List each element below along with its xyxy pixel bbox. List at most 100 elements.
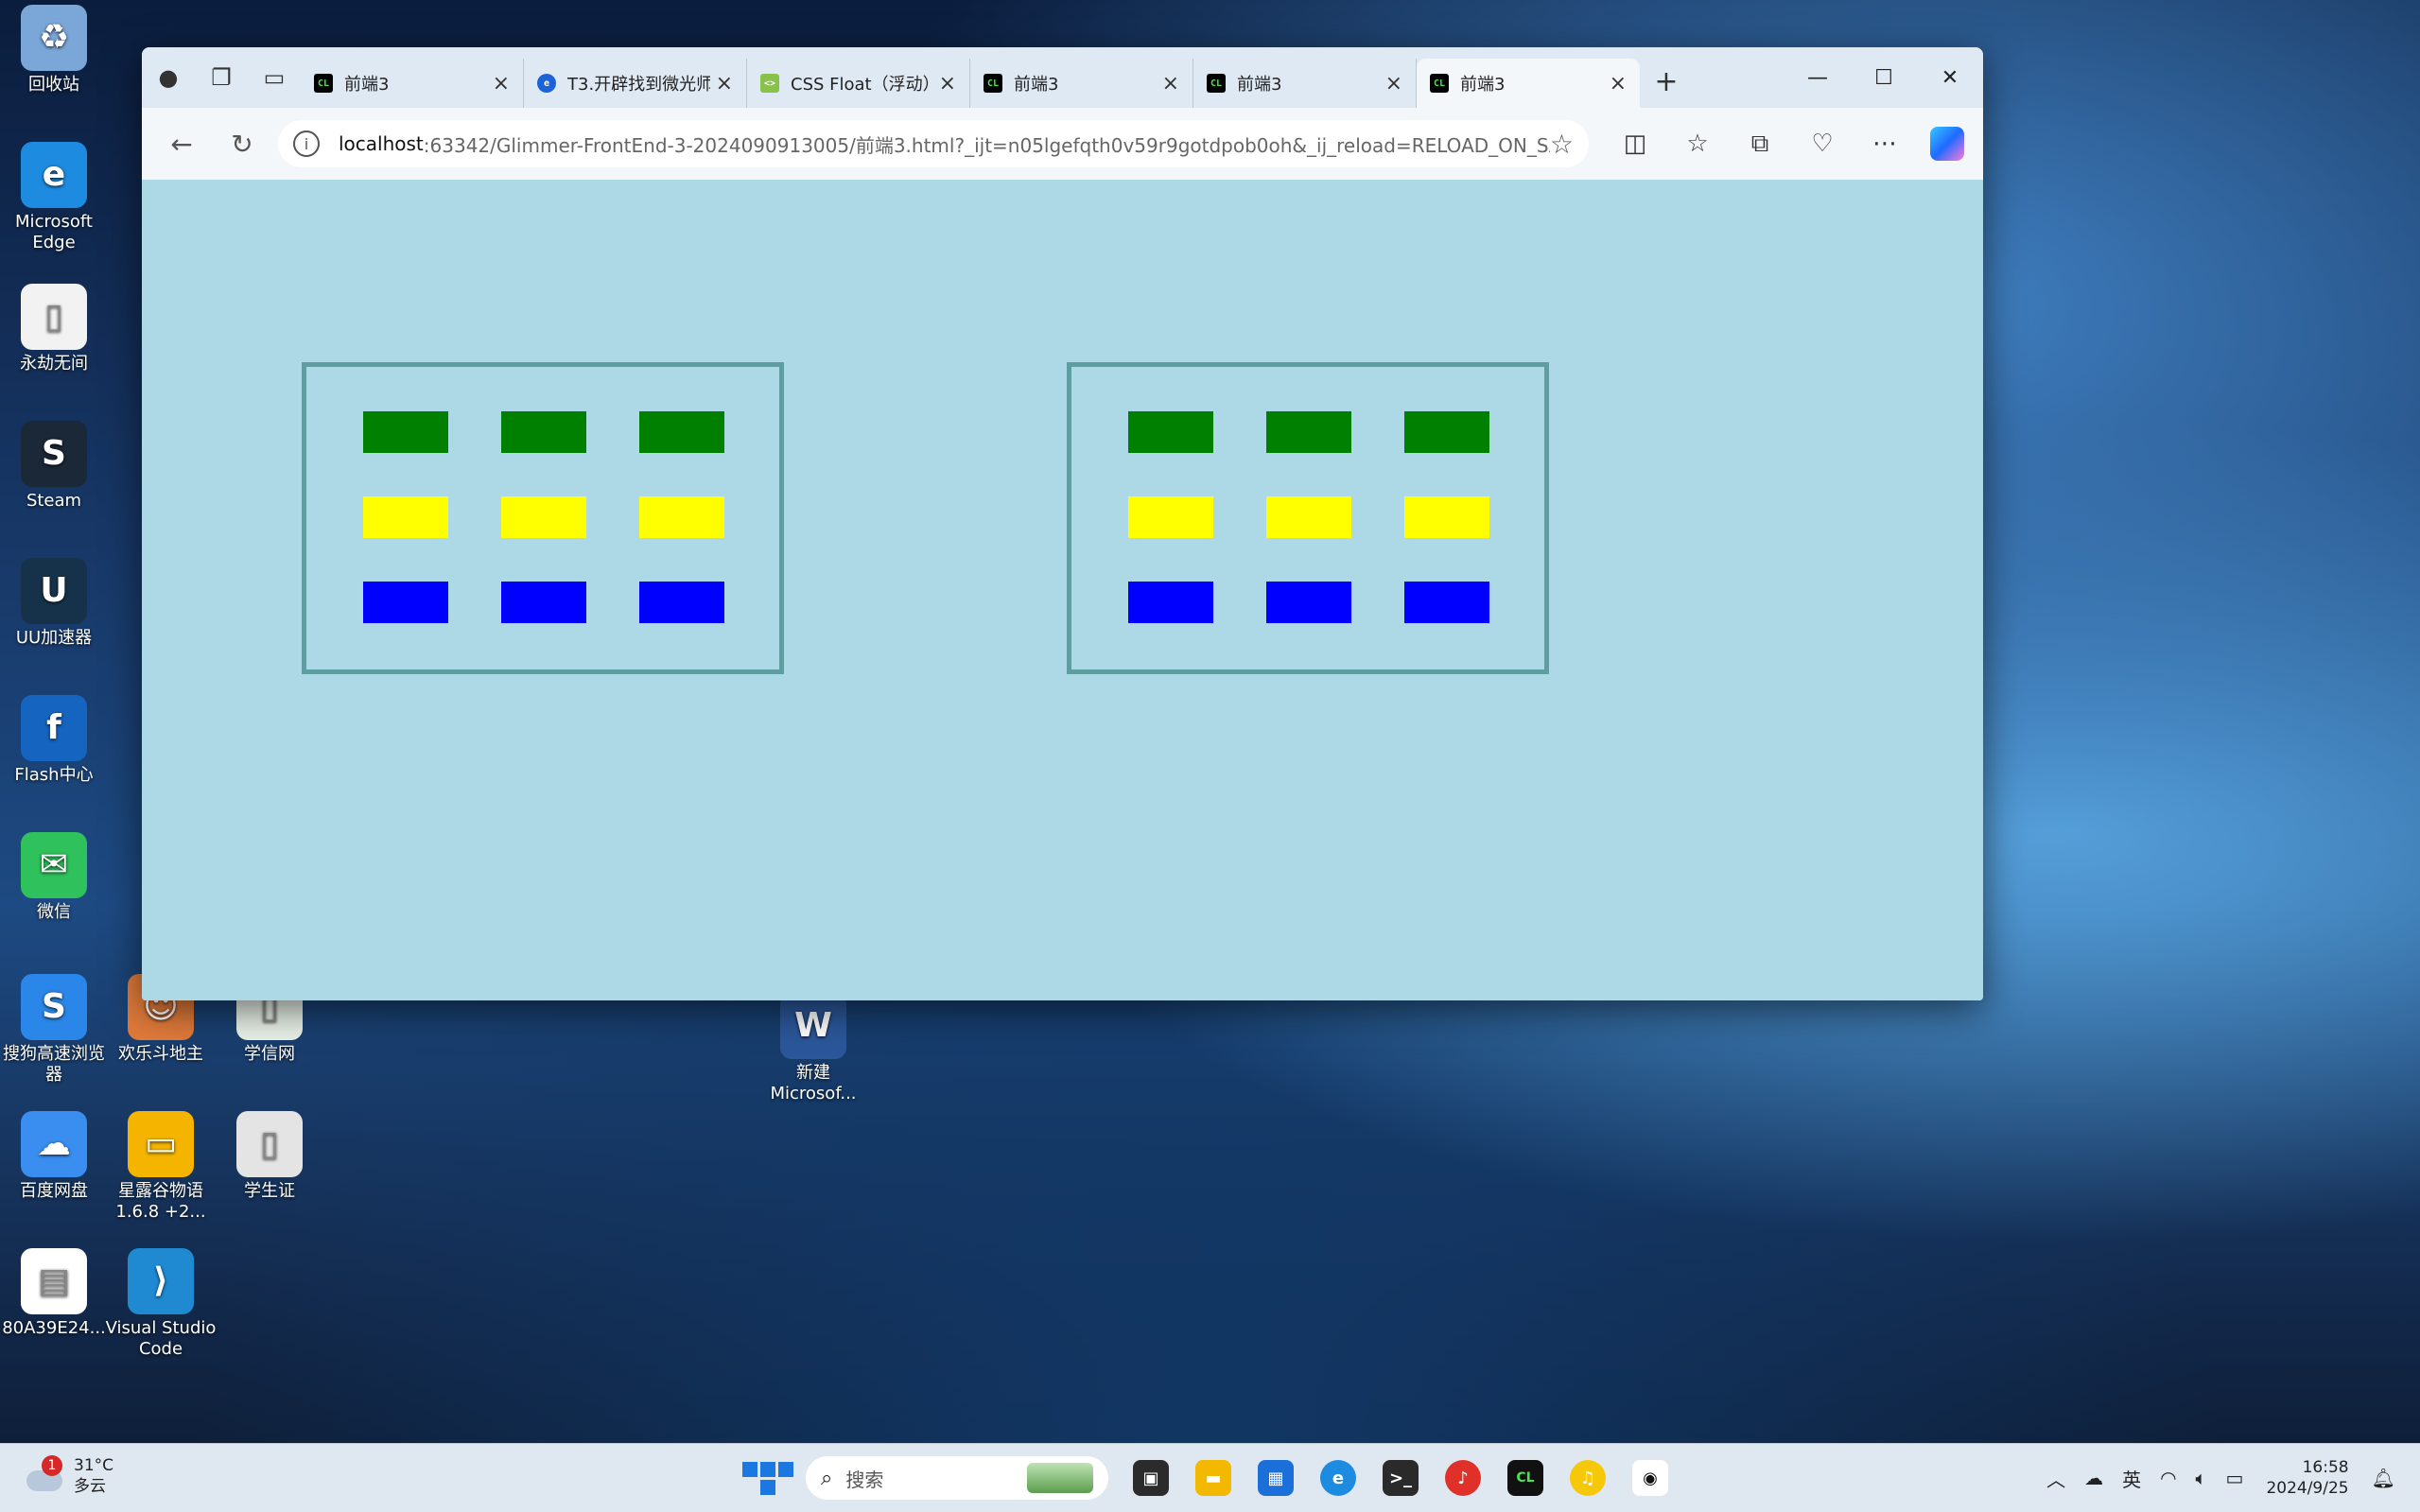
weather-widget[interactable]: 1 31°C 多云 — [23, 1455, 113, 1497]
split-screen-icon[interactable]: ◫ — [1604, 115, 1666, 172]
browser-tab[interactable]: <> CSS Float（浮动） × — [747, 59, 970, 108]
collections-icon[interactable]: ⧉ — [1729, 115, 1791, 172]
tab-actions-icon[interactable]: ▭ — [248, 51, 301, 104]
browser-tab[interactable]: CL 前端3 × — [301, 59, 524, 108]
onedrive-icon[interactable]: ☁ — [2075, 1467, 2113, 1489]
clion-icon[interactable]: CL — [1494, 1451, 1557, 1504]
desktop-icon[interactable]: S Steam — [0, 421, 111, 512]
refresh-button[interactable]: ↻ — [212, 113, 272, 174]
desktop-icon[interactable]: ✉ 微信 — [0, 832, 111, 923]
app-icon: ♻ — [21, 5, 87, 71]
desktop-icon-label: 微信 — [37, 902, 71, 922]
netease-music-icon[interactable]: ♪ — [1432, 1451, 1494, 1504]
tab-title: CSS Float（浮动） — [791, 75, 933, 95]
desktop-icon[interactable]: f Flash中心 — [0, 695, 111, 786]
favorites-icon[interactable]: ☆ — [1666, 115, 1729, 172]
close-window-button[interactable]: ✕ — [1917, 47, 1983, 108]
color-block — [639, 582, 724, 623]
search-placeholder: 搜索 — [845, 1468, 884, 1491]
desktop-icon[interactable]: ☁ 百度网盘 — [0, 1111, 111, 1202]
app-icon: ✉ — [21, 832, 87, 898]
browser-tab[interactable]: CL 前端3 × — [1417, 59, 1640, 108]
weather-condition: 多云 — [74, 1477, 106, 1496]
start-button[interactable] — [741, 1451, 794, 1504]
desktop-icon[interactable]: ▤ 80A39E24... — [0, 1248, 111, 1339]
color-block — [1404, 411, 1489, 453]
desktop-icon[interactable]: S 搜狗高速浏览器 — [0, 974, 111, 1086]
desktop-icon-label: 百度网盘 — [20, 1181, 88, 1201]
back-button[interactable]: ← — [151, 113, 212, 174]
site-info-icon[interactable]: i — [293, 130, 320, 157]
color-block — [639, 411, 724, 453]
tab-close-icon[interactable]: × — [493, 72, 510, 96]
temperature: 31°C — [74, 1456, 114, 1475]
desktop-icon[interactable]: W 新建 Microsof... — [757, 993, 870, 1104]
desktop-icon-label: 永劫无间 — [20, 354, 88, 374]
desktop-icon-label: 新建 Microsof... — [770, 1063, 857, 1104]
color-block — [1266, 496, 1351, 538]
tab-favicon-icon: e — [537, 74, 556, 93]
desktop-icon-label: 欢乐斗地主 — [118, 1044, 203, 1064]
desktop-icon[interactable]: ▯ 永劫无间 — [0, 284, 111, 374]
task-view-icon[interactable]: ▣ — [1120, 1451, 1182, 1504]
new-tab-button[interactable]: + — [1640, 65, 1693, 98]
float-container-box — [302, 362, 784, 674]
taskbar-search[interactable]: ⌕ 搜索 — [806, 1456, 1108, 1500]
tab-close-icon[interactable]: × — [939, 72, 956, 96]
minimize-button[interactable]: — — [1785, 47, 1851, 108]
desktop-icon[interactable]: ♻ 回收站 — [0, 5, 111, 96]
tab-close-icon[interactable]: × — [1610, 72, 1627, 96]
volume-icon[interactable]: 🔈︎ — [2186, 1467, 2217, 1489]
clock[interactable]: 16:58 2024/9/25 — [2253, 1457, 2361, 1499]
browser-tab[interactable]: CL 前端3 × — [1193, 59, 1417, 108]
wifi-icon[interactable]: ◠ — [2150, 1467, 2185, 1489]
desktop-icon[interactable]: e Microsoft Edge — [0, 142, 111, 253]
terminal-icon[interactable]: >_ — [1369, 1451, 1432, 1504]
edge-taskbar-icon[interactable]: e — [1307, 1451, 1369, 1504]
color-block — [1266, 411, 1351, 453]
browser-tab[interactable]: CL 前端3 × — [970, 59, 1193, 108]
app-icon: U — [21, 558, 87, 624]
app-icon: ▯ — [21, 284, 87, 350]
search-icon: ⌕ — [821, 1466, 833, 1490]
profile-icon[interactable]: ● — [142, 51, 195, 104]
color-block — [1128, 582, 1213, 623]
chevron-up-icon[interactable]: ︿ — [2037, 1465, 2075, 1492]
desktop-icon[interactable]: ⟩ Visual Studio Code — [104, 1248, 218, 1360]
battery-icon[interactable]: ▭ — [2217, 1467, 2254, 1489]
maximize-button[interactable]: ☐ — [1851, 47, 1917, 108]
tab-title: 前端3 — [1014, 75, 1059, 95]
tab-close-icon[interactable]: × — [1162, 72, 1179, 96]
app-icon: ▤ — [21, 1248, 87, 1314]
music-app-icon[interactable]: ♫ — [1557, 1451, 1619, 1504]
desktop-icon[interactable]: U UU加速器 — [0, 558, 111, 649]
ime-indicator[interactable]: 英 — [2113, 1465, 2150, 1492]
desktop-icon-label: Steam — [26, 491, 82, 511]
notification-badge: 1 — [42, 1455, 62, 1476]
tab-close-icon[interactable]: × — [1385, 72, 1402, 96]
desktop-icon-label: UU加速器 — [15, 628, 93, 648]
workspaces-icon[interactable]: ❐ — [195, 51, 248, 104]
notification-bell-icon[interactable]: 🔔︎ — [2362, 1467, 2405, 1489]
desktop-icon-label: 回收站 — [28, 75, 79, 95]
app-icon: ⟩ — [128, 1248, 194, 1314]
desktop-icon[interactable]: ▯ 学生证 — [213, 1111, 326, 1202]
url-host: localhost — [339, 132, 424, 155]
browser-essentials-icon[interactable]: ♡ — [1791, 115, 1854, 172]
tab-close-icon[interactable]: × — [716, 72, 733, 96]
browser-tab[interactable]: e T3.开辟找到微光师 × — [524, 59, 747, 108]
qq-icon[interactable]: ◉ — [1619, 1451, 1681, 1504]
tab-bar: ● ❐ ▭ CL 前端3 × e T3.开辟找到微光师 × <> CSS Float（浮动） ×… — [142, 47, 1983, 108]
store-icon[interactable]: ▦ — [1245, 1451, 1307, 1504]
file-explorer-icon[interactable]: ▬ — [1182, 1451, 1245, 1504]
tab-favicon-icon: CL — [1207, 74, 1226, 93]
tab-favicon-icon: CL — [1430, 74, 1449, 93]
desktop-icon-label: Visual Studio Code — [105, 1318, 217, 1359]
copilot-icon[interactable] — [1916, 115, 1978, 172]
more-menu-icon[interactable]: ⋯ — [1854, 115, 1916, 172]
color-block — [363, 411, 448, 453]
address-bar[interactable]: i localhost :63342/Glimmer-FrontEnd-3-20… — [278, 120, 1589, 167]
color-block — [1128, 411, 1213, 453]
desktop-icon[interactable]: ▭ 星露谷物语 1.6.8 +2... — [104, 1111, 218, 1223]
favorite-star-icon[interactable]: ☆ — [1550, 129, 1574, 160]
